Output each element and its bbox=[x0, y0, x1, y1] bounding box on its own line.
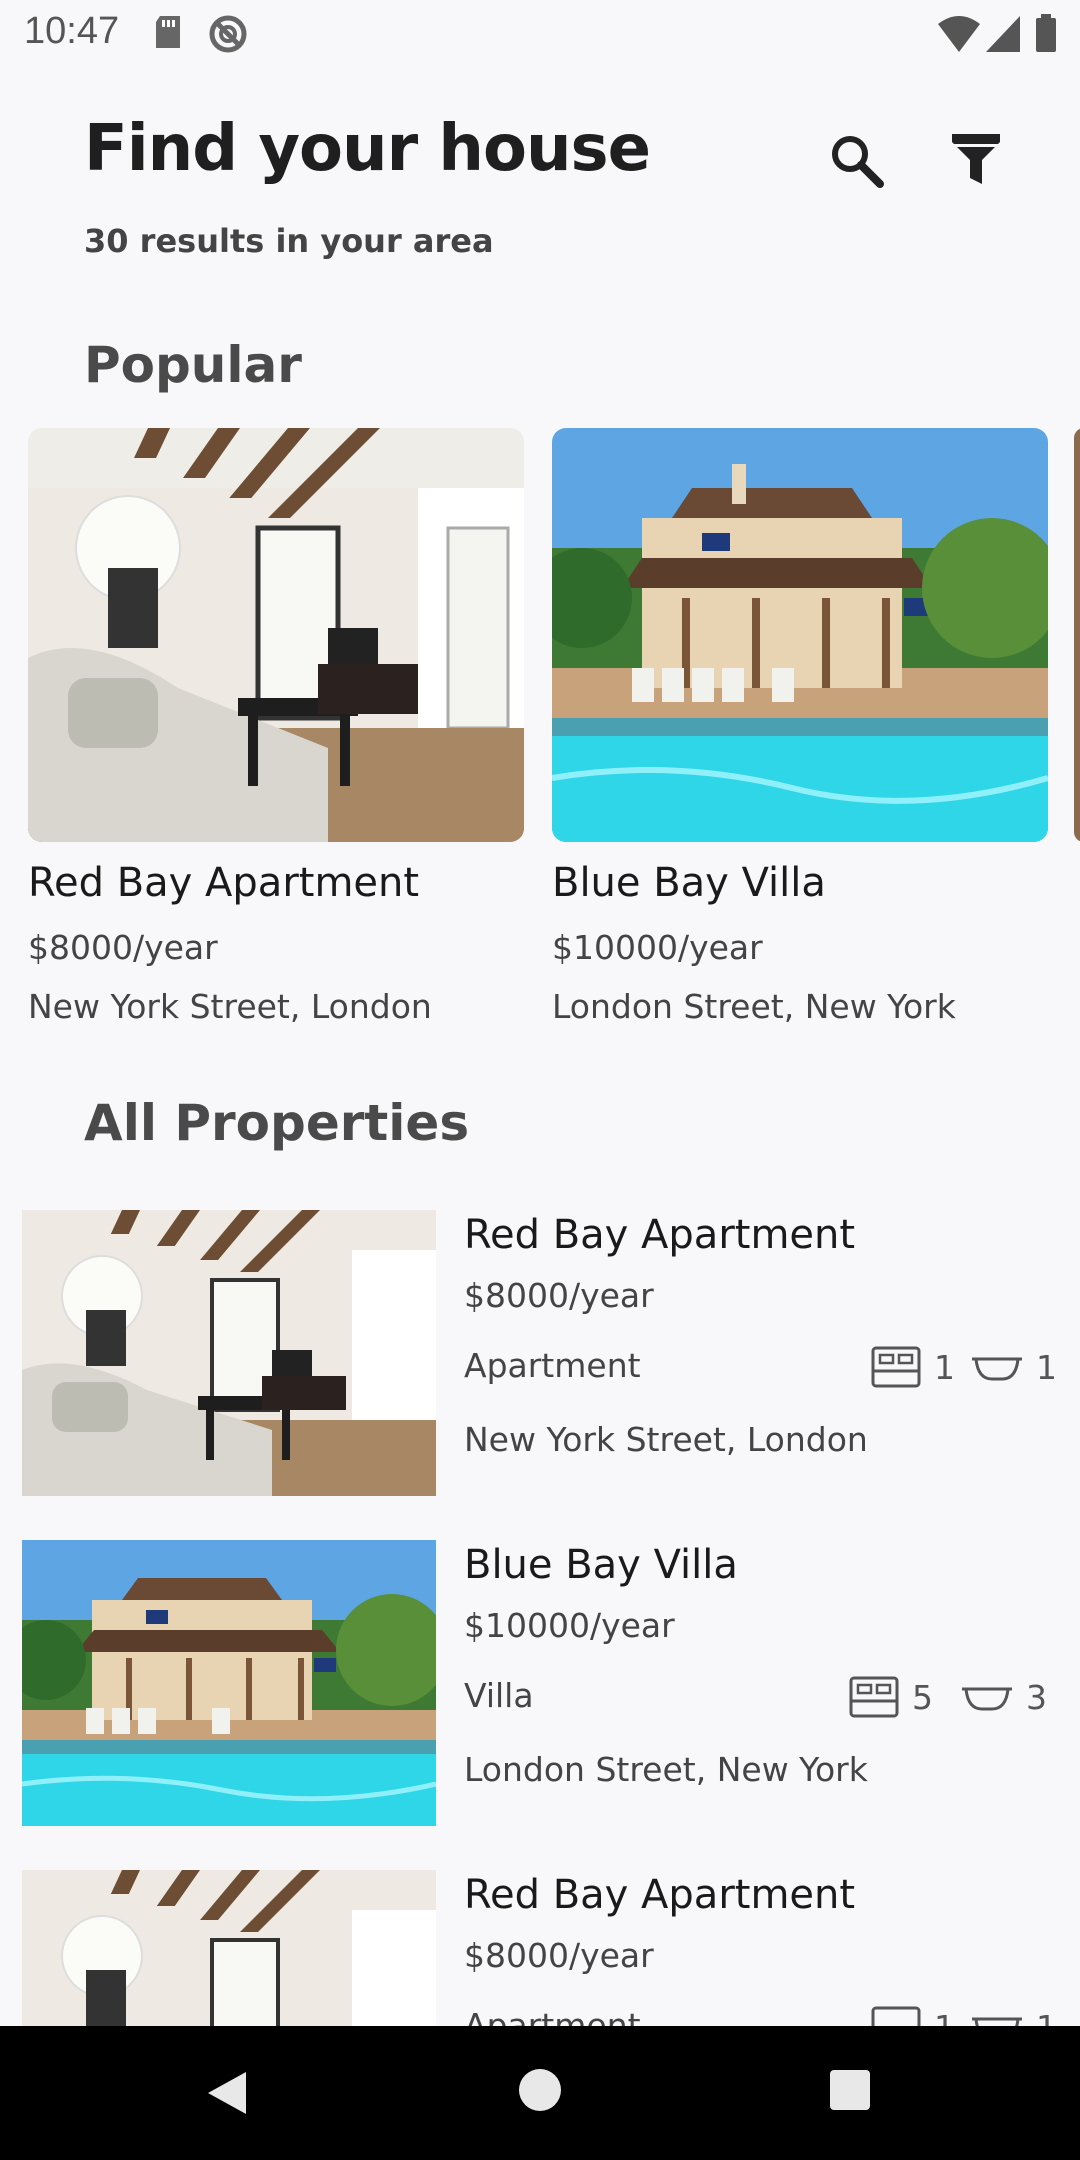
signal-icon bbox=[986, 16, 1020, 52]
property-name: Red Bay Apartment bbox=[464, 1212, 856, 1258]
property-price: $8000/year bbox=[464, 1276, 654, 1315]
bed-icon bbox=[849, 1676, 899, 1718]
battery-icon bbox=[1036, 14, 1056, 52]
property-photo bbox=[28, 428, 524, 842]
property-photo bbox=[22, 1540, 436, 1826]
status-time: 10:47 bbox=[24, 10, 120, 52]
property-price: $8000/year bbox=[464, 1936, 654, 1975]
property-price: $8000/year bbox=[28, 928, 218, 967]
beds-value: 1 bbox=[934, 1347, 955, 1387]
filter-icon[interactable] bbox=[946, 130, 1006, 190]
beds-count: 5 bbox=[848, 1672, 933, 1722]
popular-heading: Popular bbox=[84, 336, 302, 394]
property-photo bbox=[22, 1210, 436, 1496]
popular-card[interactable]: Blue Bay Villa $10000/year London Street… bbox=[552, 428, 1048, 1026]
beds-count: 1 bbox=[870, 1342, 955, 1392]
property-address: London Street, New York bbox=[552, 987, 956, 1026]
property-type: Villa bbox=[464, 1676, 534, 1715]
popular-card[interactable]: Red Bay Apartment $8000/year New York St… bbox=[28, 428, 524, 1026]
sd-card-icon bbox=[156, 16, 180, 48]
property-name: Red Bay Apartment bbox=[28, 860, 420, 906]
property-type: Apartment bbox=[464, 1346, 641, 1385]
list-item[interactable]: Blue Bay Villa $10000/year Villa 5 3 Lon… bbox=[22, 1540, 1062, 1826]
property-address: New York Street, London bbox=[464, 1420, 868, 1459]
search-icon[interactable] bbox=[826, 130, 886, 190]
property-price: $10000/year bbox=[464, 1606, 675, 1645]
wifi-icon bbox=[938, 16, 980, 52]
bed-icon bbox=[871, 1346, 921, 1388]
list-item[interactable]: Red Bay Apartment $8000/year Apartment 1… bbox=[22, 1210, 1062, 1496]
beds-value: 5 bbox=[912, 1677, 933, 1717]
back-icon[interactable] bbox=[204, 2068, 250, 2118]
property-address: New York Street, London bbox=[28, 987, 432, 1026]
all-properties-heading: All Properties bbox=[84, 1094, 470, 1152]
recents-icon[interactable] bbox=[828, 2068, 872, 2112]
property-address: London Street, New York bbox=[464, 1750, 868, 1789]
baths-value: 3 bbox=[1026, 1677, 1047, 1717]
property-price: $10000/year bbox=[552, 928, 763, 967]
page-title: Find your house bbox=[84, 112, 651, 186]
bathtub-icon bbox=[962, 1687, 1012, 1711]
results-count: 30 results in your area bbox=[84, 222, 494, 260]
baths-count: 3 bbox=[960, 1672, 1047, 1722]
baths-count: 1 bbox=[970, 1342, 1057, 1392]
property-photo bbox=[552, 428, 1048, 842]
home-icon[interactable] bbox=[518, 2068, 562, 2112]
baths-value: 1 bbox=[1036, 1347, 1057, 1387]
bathtub-icon bbox=[972, 1357, 1022, 1381]
property-name: Red Bay Apartment bbox=[464, 1872, 856, 1918]
popular-card-peek[interactable] bbox=[1074, 428, 1080, 842]
property-name: Blue Bay Villa bbox=[464, 1542, 738, 1588]
navigation-bar bbox=[0, 2026, 1080, 2160]
no-disturb-icon bbox=[209, 15, 247, 53]
status-bar: 10:47 bbox=[0, 0, 1080, 66]
property-name: Blue Bay Villa bbox=[552, 860, 826, 906]
